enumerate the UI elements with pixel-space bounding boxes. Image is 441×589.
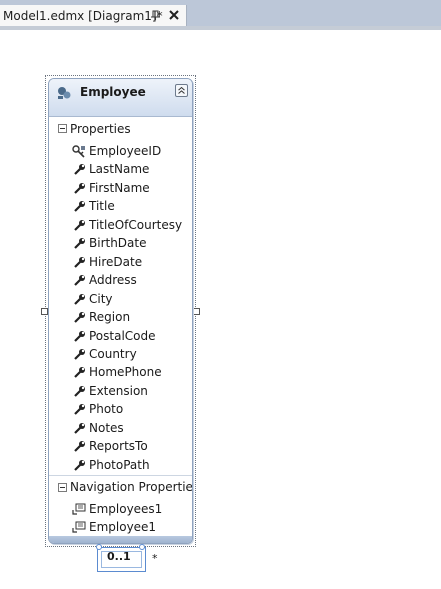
wrench-property-icon: [74, 441, 85, 452]
property-name: PostalCode: [89, 328, 156, 343]
property-row[interactable]: Address: [49, 271, 192, 289]
property-row[interactable]: EmployeeID: [49, 142, 192, 160]
property-row[interactable]: PhotoPath: [49, 456, 192, 474]
property-row[interactable]: Title: [49, 197, 192, 215]
wrench-property-icon: [74, 404, 85, 416]
property-name: EmployeeID: [89, 144, 162, 158]
property-row[interactable]: TitleOfCourtesy: [49, 216, 192, 234]
pin-icon[interactable]: [150, 9, 162, 21]
property-row[interactable]: City: [49, 290, 192, 308]
properties-section-label: Properties: [70, 122, 131, 136]
entity-type-icon: [58, 87, 71, 99]
navigation-property-row[interactable]: Employee1: [49, 518, 192, 536]
entity-footer: [49, 536, 192, 543]
navigation-property-icon: [72, 503, 86, 515]
wrench-property-icon: [74, 238, 85, 250]
multiplicity-zero-to-one: 0..1: [107, 550, 131, 563]
property-name: HireDate: [89, 254, 143, 269]
property-name: LastName: [89, 162, 150, 177]
navigation-section-label: Navigation Properties: [70, 480, 193, 494]
section-divider: [49, 475, 192, 476]
navigation-property-name: Employees1: [89, 502, 163, 516]
navigation-property-icon: [72, 521, 86, 533]
multiplicity-many: *: [152, 552, 158, 565]
close-icon[interactable]: [167, 8, 181, 22]
wrench-property-icon: [74, 348, 85, 360]
property-name: PhotoPath: [89, 457, 150, 472]
wrench-property-icon: [74, 256, 85, 268]
wrench-property-icon: [74, 367, 85, 379]
property-row[interactable]: FirstName: [49, 179, 192, 197]
entity-name: Employee: [80, 85, 146, 99]
property-name: BirthDate: [89, 236, 147, 251]
wrench-property-icon: [74, 164, 85, 176]
wrench-property-icon: [74, 201, 85, 213]
tab-title: Model1.edmx [Diagram1]*: [3, 9, 163, 23]
key-property-icon: [72, 145, 85, 158]
property-name: ReportsTo: [89, 439, 148, 454]
property-row[interactable]: PostalCode: [49, 327, 192, 345]
property-name: Extension: [89, 383, 148, 398]
property-row[interactable]: HireDate: [49, 253, 192, 271]
properties-collapse-toggle[interactable]: [58, 124, 67, 133]
property-name: Photo: [89, 402, 124, 417]
collapse-chevrons-icon[interactable]: [175, 84, 188, 97]
property-name: Address: [89, 273, 137, 288]
property-row[interactable]: Photo: [49, 400, 192, 418]
resize-handle-right[interactable]: [193, 308, 200, 315]
property-row[interactable]: ReportsTo: [49, 437, 192, 455]
wrench-property-icon: [74, 385, 85, 397]
navigation-collapse-toggle[interactable]: [58, 483, 67, 492]
property-row[interactable]: LastName: [49, 160, 192, 178]
entity-shape-employee[interactable]: Employee Properties EmployeeID LastName Fi…: [48, 78, 193, 544]
tab-model1-diagram1[interactable]: Model1.edmx [Diagram1]*: [0, 5, 187, 27]
navigation-property-row[interactable]: Employees1: [49, 500, 192, 518]
property-row[interactable]: Notes: [49, 419, 192, 437]
wrench-property-icon: [74, 312, 85, 323]
property-row[interactable]: Extension: [49, 382, 192, 400]
resize-handle-left[interactable]: [41, 308, 48, 315]
document-tabstrip: Model1.edmx [Diagram1]*: [0, 0, 441, 30]
property-name: Title: [89, 199, 115, 214]
wrench-property-icon: [74, 293, 85, 305]
property-row[interactable]: Country: [49, 345, 192, 363]
connector-endpoint-right[interactable]: [139, 544, 145, 550]
property-name: Notes: [89, 420, 124, 435]
wrench-property-icon: [74, 182, 85, 194]
property-name: FirstName: [89, 180, 150, 195]
navigation-property-name: Employee1: [89, 520, 157, 534]
property-row[interactable]: BirthDate: [49, 234, 192, 252]
property-name: Country: [89, 346, 137, 361]
wrench-property-icon: [74, 422, 85, 434]
property-name: HomePhone: [89, 365, 162, 380]
wrench-property-icon: [74, 459, 85, 471]
property-row[interactable]: Region: [49, 308, 192, 326]
connector-endpoint-left[interactable]: [96, 544, 102, 550]
property-name: City: [89, 291, 113, 306]
property-row[interactable]: HomePhone: [49, 363, 192, 381]
wrench-property-icon: [74, 330, 85, 342]
property-name: Region: [89, 310, 131, 325]
wrench-property-icon: [74, 275, 85, 286]
property-name: TitleOfCourtesy: [89, 217, 183, 232]
entity-header[interactable]: Employee: [49, 79, 192, 117]
wrench-property-icon: [74, 219, 85, 231]
